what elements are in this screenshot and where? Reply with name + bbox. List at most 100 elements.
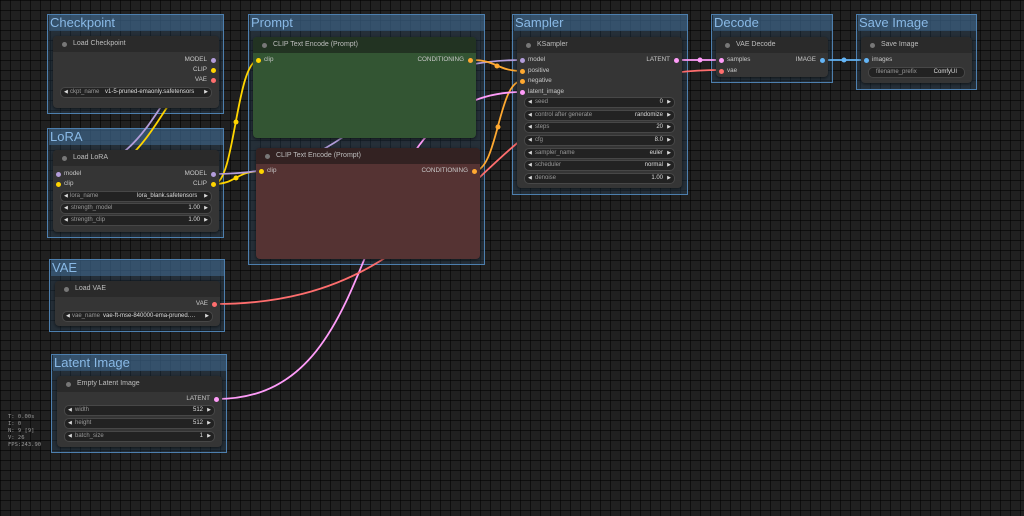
node-load-checkpoint[interactable]: Load Checkpoint MODEL CLIP VAE ◀ ckpt_na… — [53, 36, 219, 108]
group-title-save-image[interactable]: Save Image — [858, 15, 976, 31]
arrow-left-icon[interactable]: ◀ — [528, 123, 532, 132]
node-title-load-checkpoint[interactable]: Load Checkpoint — [53, 36, 219, 52]
node-title-load-vae[interactable]: Load VAE — [55, 281, 220, 297]
output-port-vae[interactable] — [212, 301, 217, 307]
arrow-left-icon[interactable]: ◀ — [68, 432, 72, 441]
output-port-latent[interactable] — [214, 396, 219, 402]
group-title-checkpoint[interactable]: Checkpoint — [49, 15, 223, 31]
node-title-empty-latent-image[interactable]: Empty Latent Image — [57, 376, 222, 392]
arrow-right-icon[interactable]: ▶ — [207, 419, 211, 428]
node-ksampler[interactable]: KSampler model positive negative latent_… — [517, 37, 682, 188]
group-title-prompt[interactable]: Prompt — [250, 15, 484, 31]
node-load-lora[interactable]: Load LoRA model clip MODEL CLIP ◀ lora_n… — [53, 150, 219, 232]
steps-widget[interactable]: ◀ steps 20 ▶ — [524, 122, 675, 133]
node-title-text: Load LoRA — [73, 154, 109, 161]
output-port-conditioning[interactable] — [472, 168, 477, 174]
filename-prefix-input[interactable]: filename_prefix ComfyUI — [868, 67, 965, 78]
vae-name-combo[interactable]: ◀ vae_name vae-ft-mse-840000-ema-pruned.… — [62, 311, 213, 322]
sampler-name-widget[interactable]: ◀ sampler_name euler ▶ — [524, 148, 675, 159]
output-port-image[interactable] — [820, 57, 825, 63]
arrow-right-icon[interactable]: ▶ — [204, 192, 208, 201]
arrow-right-icon[interactable]: ▶ — [667, 98, 671, 107]
input-port-samples[interactable] — [719, 57, 724, 63]
group-title-sampler[interactable]: Sampler — [514, 15, 687, 31]
arrow-right-icon[interactable]: ▶ — [667, 111, 671, 120]
node-title-vae-decode[interactable]: VAE Decode — [716, 37, 828, 53]
group-title-vae[interactable]: VAE — [51, 260, 224, 276]
arrow-left-icon[interactable]: ◀ — [528, 161, 532, 170]
ckpt-name-combo[interactable]: ◀ ckpt_name v1-5-pruned-emaonly.safetens… — [60, 87, 212, 98]
output-port-model[interactable] — [211, 171, 216, 177]
output-label-vae: VAE — [194, 76, 207, 83]
scheduler-widget[interactable]: ◀ scheduler normal ▶ — [524, 160, 675, 171]
arrow-right-icon[interactable]: ▶ — [667, 161, 671, 170]
node-title-ksampler[interactable]: KSampler — [517, 37, 682, 53]
strength-clip-slider[interactable]: ◀ strength_clip 1.00 ▶ — [60, 215, 212, 226]
arrow-right-icon[interactable]: ▶ — [207, 406, 211, 415]
node-title-clip-negative[interactable]: CLIP Text Encode (Prompt) — [256, 148, 480, 164]
arrow-right-icon[interactable]: ▶ — [667, 123, 671, 132]
widget-label: cfg — [535, 137, 544, 143]
output-port-clip[interactable] — [211, 181, 216, 187]
output-port-vae[interactable] — [211, 77, 216, 83]
node-title-load-lora[interactable]: Load LoRA — [53, 150, 219, 166]
node-clip-text-encode-negative[interactable]: CLIP Text Encode (Prompt) clip CONDITION… — [256, 148, 480, 259]
denoise-widget[interactable]: ◀ denoise 1.00 ▶ — [524, 173, 675, 184]
lora-name-combo[interactable]: ◀ lora_name lora_blank.safetensors ▶ — [60, 191, 212, 202]
arrow-left-icon[interactable]: ◀ — [64, 204, 68, 213]
arrow-left-icon[interactable]: ◀ — [64, 88, 68, 97]
arrow-right-icon[interactable]: ▶ — [204, 216, 208, 225]
input-label-negative: negative — [528, 77, 552, 84]
node-title-clip-positive[interactable]: CLIP Text Encode (Prompt) — [253, 37, 476, 53]
strength-model-slider[interactable]: ◀ strength_model 1.00 ▶ — [60, 203, 212, 214]
node-vae-decode[interactable]: VAE Decode samples vae IMAGE — [716, 37, 828, 77]
arrow-right-icon[interactable]: ▶ — [204, 88, 208, 97]
seed-widget[interactable]: ◀ seed 0 ▶ — [524, 97, 675, 108]
input-port-clip[interactable] — [256, 57, 261, 63]
arrow-left-icon[interactable]: ◀ — [528, 111, 532, 120]
input-port-clip[interactable] — [56, 181, 61, 187]
input-port-clip[interactable] — [259, 168, 264, 174]
output-port-latent[interactable] — [674, 57, 679, 63]
arrow-left-icon[interactable]: ◀ — [68, 406, 72, 415]
width-slider[interactable]: ◀ width 512 ▶ — [64, 405, 215, 416]
node-title-save-image[interactable]: Save Image — [861, 37, 972, 53]
input-label-clip: clip — [267, 167, 277, 174]
node-load-vae[interactable]: Load VAE VAE ◀ vae_name vae-ft-mse-84000… — [55, 281, 220, 326]
arrow-left-icon[interactable]: ◀ — [66, 312, 70, 321]
batch-size-slider[interactable]: ◀ batch_size 1 ▶ — [64, 431, 215, 442]
height-slider[interactable]: ◀ height 512 ▶ — [64, 418, 215, 429]
output-port-conditioning[interactable] — [468, 57, 473, 63]
node-clip-text-encode-positive[interactable]: CLIP Text Encode (Prompt) clip CONDITION… — [253, 37, 476, 138]
arrow-right-icon[interactable]: ▶ — [207, 432, 211, 441]
arrow-left-icon[interactable]: ◀ — [64, 192, 68, 201]
arrow-right-icon[interactable]: ▶ — [667, 136, 671, 145]
arrow-left-icon[interactable]: ◀ — [68, 419, 72, 428]
arrow-left-icon[interactable]: ◀ — [528, 149, 532, 158]
arrow-right-icon[interactable]: ▶ — [667, 174, 671, 183]
arrow-right-icon[interactable]: ▶ — [205, 312, 209, 321]
group-title-latent-image[interactable]: Latent Image — [53, 355, 226, 371]
output-port-model[interactable] — [211, 57, 216, 63]
input-port-vae[interactable] — [719, 68, 724, 74]
input-port-images[interactable] — [864, 57, 869, 63]
arrow-right-icon[interactable]: ▶ — [204, 204, 208, 213]
group-title-lora[interactable]: LoRA — [49, 129, 223, 145]
cfg-widget[interactable]: ◀ cfg 8.0 ▶ — [524, 135, 675, 146]
output-port-clip[interactable] — [211, 67, 216, 73]
arrow-left-icon[interactable]: ◀ — [64, 216, 68, 225]
node-empty-latent-image[interactable]: Empty Latent Image LATENT ◀ width 512 ▶ … — [57, 376, 222, 447]
arrow-left-icon[interactable]: ◀ — [528, 174, 532, 183]
group-title-decode[interactable]: Decode — [713, 15, 832, 31]
node-save-image[interactable]: Save Image images filename_prefix ComfyU… — [861, 37, 972, 83]
input-port-model[interactable] — [520, 57, 525, 63]
input-port-negative[interactable] — [520, 78, 525, 84]
input-port-model[interactable] — [56, 171, 61, 177]
arrow-left-icon[interactable]: ◀ — [528, 136, 532, 145]
control-after-generate-widget[interactable]: ◀ control after generate randomize ▶ — [524, 110, 675, 121]
arrow-right-icon[interactable]: ▶ — [667, 149, 671, 158]
input-port-positive[interactable] — [520, 68, 525, 74]
arrow-left-icon[interactable]: ◀ — [528, 98, 532, 107]
input-port-latent-image[interactable] — [520, 89, 525, 95]
widget-label: steps — [535, 124, 550, 130]
